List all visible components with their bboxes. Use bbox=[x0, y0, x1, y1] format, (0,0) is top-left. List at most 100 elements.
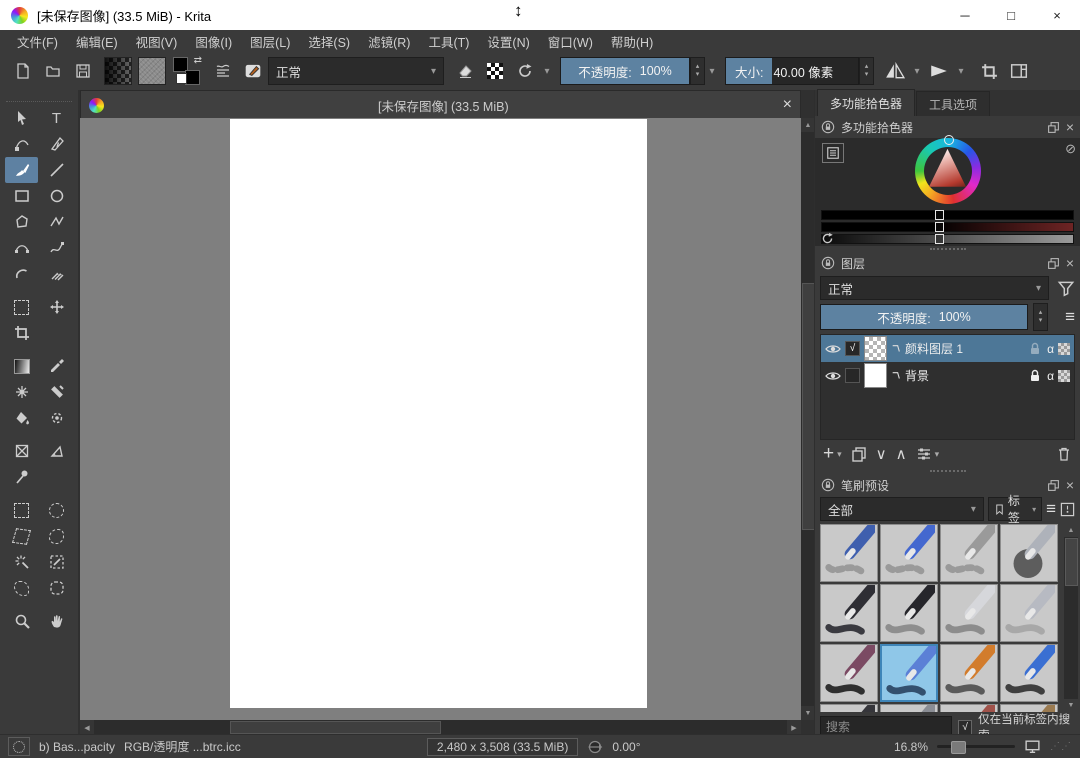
layer-menu-icon[interactable]: ≡ bbox=[1065, 307, 1075, 327]
eraser-mode-button[interactable] bbox=[450, 56, 480, 86]
tool-ellipse[interactable] bbox=[40, 183, 73, 209]
move-layer-up-button[interactable]: ∧ bbox=[896, 445, 907, 463]
fit-to-screen-icon[interactable] bbox=[1024, 739, 1041, 754]
brush-preset-ink-pen[interactable] bbox=[940, 584, 998, 642]
opacity-spinner[interactable]: ▴▾ bbox=[690, 57, 705, 85]
tool-assistants[interactable] bbox=[5, 438, 38, 464]
gradient-chooser-button[interactable] bbox=[104, 57, 132, 85]
layer-opacity-slider[interactable]: 不透明度:100% bbox=[820, 304, 1028, 330]
tool-smart-patch[interactable] bbox=[40, 379, 73, 405]
chevron-down-icon[interactable]: ▾ bbox=[910, 66, 924, 77]
tool-calligraphy[interactable] bbox=[40, 131, 73, 157]
bar-handle[interactable] bbox=[935, 222, 944, 232]
layer-checkbox[interactable] bbox=[845, 368, 860, 383]
image-size-button[interactable]: 2,480 x 3,508 (33.5 MiB) bbox=[427, 738, 578, 756]
float-docker-icon[interactable] bbox=[1047, 121, 1060, 134]
maximize-button[interactable]: □ bbox=[988, 0, 1034, 30]
bar-handle[interactable] bbox=[935, 234, 944, 244]
zoom-slider-thumb[interactable] bbox=[951, 741, 966, 754]
wrap-around-button[interactable] bbox=[924, 56, 954, 86]
brush-preset-status-button[interactable] bbox=[8, 737, 30, 756]
brush-preset-preset-15[interactable] bbox=[940, 704, 998, 712]
close-docker-icon[interactable]: × bbox=[1066, 255, 1074, 271]
brush-preset-detail-brush[interactable] bbox=[940, 644, 998, 702]
chevron-down-icon[interactable]: ▾ bbox=[540, 66, 554, 77]
move-layer-down-button[interactable]: ∨ bbox=[876, 445, 887, 463]
brush-size-view-icon[interactable] bbox=[1060, 502, 1075, 517]
brush-preset-airbrush-soft[interactable] bbox=[1000, 524, 1058, 582]
tool-measure[interactable] bbox=[40, 438, 73, 464]
preserve-alpha-button[interactable] bbox=[480, 56, 510, 86]
menu-item[interactable]: 选择(S) bbox=[299, 30, 359, 52]
tool-transform[interactable] bbox=[5, 294, 38, 320]
canvas-page[interactable] bbox=[230, 119, 647, 708]
close-docker-icon[interactable]: × bbox=[1066, 119, 1074, 135]
brush-docker-header[interactable]: 笔刷预设 × bbox=[815, 474, 1080, 496]
layer-filter-icon[interactable] bbox=[1057, 279, 1075, 297]
menu-item[interactable]: 文件(F) bbox=[8, 30, 67, 52]
background-color-swatch[interactable] bbox=[176, 73, 187, 84]
visibility-eye-icon[interactable] bbox=[825, 341, 841, 357]
tool-pan[interactable] bbox=[40, 608, 73, 634]
lock-docker-icon[interactable] bbox=[821, 120, 835, 134]
horizontal-scrollbar[interactable]: ◀ ▶ bbox=[80, 720, 801, 735]
workspace-chooser-button[interactable] bbox=[1004, 56, 1034, 86]
layer-opacity-spinner[interactable]: ▴▾ bbox=[1033, 303, 1048, 331]
close-docker-icon[interactable]: × bbox=[1066, 477, 1074, 493]
menu-item[interactable]: 设置(N) bbox=[478, 30, 538, 52]
tool-reference-images[interactable] bbox=[5, 464, 38, 490]
brush-preset-preset-13[interactable] bbox=[820, 704, 878, 712]
toolbox-drag-handle[interactable] bbox=[6, 92, 72, 102]
layer-row[interactable]: 背景α bbox=[821, 362, 1074, 389]
tool-zoom[interactable] bbox=[5, 608, 38, 634]
alpha-icon[interactable]: α bbox=[1047, 369, 1054, 383]
tool-magnetic-select[interactable] bbox=[40, 575, 73, 601]
minimize-button[interactable]: ─ bbox=[942, 0, 988, 30]
chevron-down-icon[interactable]: ▾ bbox=[837, 449, 842, 460]
blending-mode-select[interactable]: 正常 ▾ bbox=[268, 57, 444, 85]
alpha-icon[interactable]: α bbox=[1047, 342, 1054, 356]
color-history-bar[interactable] bbox=[821, 210, 1074, 220]
lock-docker-icon[interactable] bbox=[821, 256, 835, 270]
scroll-up-icon[interactable]: ▲ bbox=[1064, 524, 1078, 537]
layer-thumbnail[interactable] bbox=[864, 363, 887, 388]
horizontal-scrollbar-thumb[interactable] bbox=[230, 721, 441, 734]
trim-canvas-button[interactable] bbox=[974, 56, 1004, 86]
menu-item[interactable]: 工具(T) bbox=[419, 30, 478, 52]
new-document-button[interactable] bbox=[8, 56, 38, 86]
tool-rectangle[interactable] bbox=[5, 183, 38, 209]
brush-preset-paint-brush[interactable] bbox=[820, 644, 878, 702]
scroll-left-icon[interactable]: ◀ bbox=[80, 720, 94, 735]
tool-poly-select[interactable] bbox=[5, 523, 38, 549]
inherit-alpha-icon[interactable] bbox=[1058, 370, 1070, 382]
brush-preset-eraser-small[interactable] bbox=[880, 524, 938, 582]
no-color-icon[interactable]: ⊘ bbox=[1065, 141, 1076, 157]
chevron-down-icon[interactable]: ▾ bbox=[935, 449, 940, 460]
zoom-slider[interactable] bbox=[937, 745, 1015, 748]
tool-text[interactable]: T bbox=[40, 105, 73, 131]
menu-item[interactable]: 图像(I) bbox=[186, 30, 241, 52]
layer-blending-mode-select[interactable]: 正常 ▾ bbox=[820, 276, 1049, 300]
tool-bezier-select[interactable] bbox=[5, 575, 38, 601]
tag-filter-checkbox[interactable]: √ bbox=[958, 720, 972, 735]
float-docker-icon[interactable] bbox=[1047, 257, 1060, 270]
brush-preset-preset-14[interactable] bbox=[880, 704, 938, 712]
refresh-color-icon[interactable] bbox=[821, 232, 834, 245]
brush-preset-wet-paint[interactable] bbox=[880, 644, 938, 702]
layer-checkbox[interactable]: √ bbox=[845, 341, 860, 356]
secondary-color-swatch[interactable] bbox=[185, 70, 200, 85]
tool-gradient[interactable] bbox=[5, 353, 38, 379]
tool-color-sampler[interactable] bbox=[40, 353, 73, 379]
vertical-scrollbar[interactable]: ▲ ▼ bbox=[801, 118, 815, 720]
open-document-button[interactable] bbox=[38, 56, 68, 86]
menu-item[interactable]: 滤镜(R) bbox=[359, 30, 419, 52]
save-button[interactable] bbox=[68, 56, 98, 86]
tool-edit-shapes[interactable] bbox=[5, 131, 38, 157]
close-button[interactable]: × bbox=[1034, 0, 1080, 30]
brush-preset-marker-chisel[interactable] bbox=[880, 584, 938, 642]
tag-button[interactable]: 标签 ▾ bbox=[988, 497, 1042, 521]
menu-item[interactable]: 视图(V) bbox=[127, 30, 187, 52]
canvas-viewport[interactable] bbox=[80, 118, 801, 720]
brush-tag-select[interactable]: 全部 ▾ bbox=[820, 497, 984, 521]
duplicate-layer-button[interactable] bbox=[851, 446, 867, 462]
